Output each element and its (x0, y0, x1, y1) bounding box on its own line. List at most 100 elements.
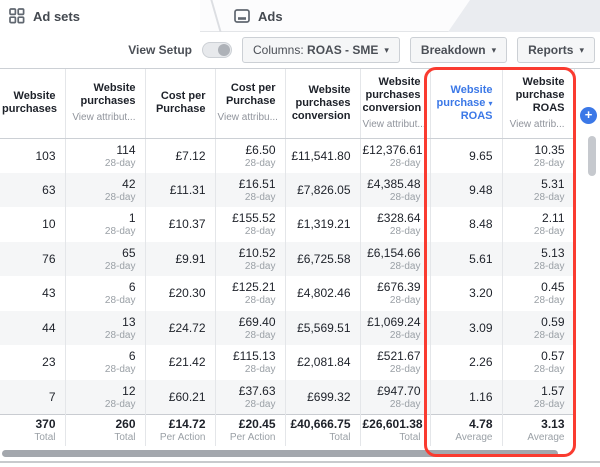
table-cell: 10 (0, 207, 66, 242)
table-cell: 44 (0, 310, 66, 345)
view-attribution-link[interactable]: View attribut... (363, 118, 426, 131)
summary-row: 370 Total 260 Total £14.72 Per Action £20.45 Pe… (0, 413, 575, 446)
view-setup-toggle[interactable] (202, 42, 232, 58)
table-cell: 0.57 28-day (502, 345, 575, 380)
attribution-window-label: 28-day (533, 157, 565, 169)
attribution-window-label: 28-day (244, 226, 276, 238)
table-cell: £699.32 (285, 379, 361, 414)
cell-value: 43 (42, 286, 56, 301)
tab-ads[interactable]: Ads (226, 0, 406, 32)
breakdown-dropdown[interactable]: Breakdown ▾ (409, 37, 508, 63)
column-header-6[interactable]: Website purchases conversion View attribu… (360, 69, 431, 139)
view-attribution-link[interactable]: View attribut... (68, 111, 135, 124)
view-attribution-link[interactable]: View attrib... (505, 118, 565, 131)
table-cell: £125.21 28-day (215, 276, 286, 311)
attribution-window-label: 28-day (389, 157, 421, 169)
cell-value: 9.48 (469, 182, 493, 197)
summary-label: Total (399, 432, 421, 444)
attribution-window-label: 28-day (244, 295, 276, 307)
cell-value: 10 (42, 217, 56, 232)
table-row: 76 65 28-day £9.91 £10.52 28-day £6,725.58 £6,1… (0, 241, 575, 276)
cell-value: £60.21 (168, 389, 206, 404)
horizontal-scrollbar[interactable] (2, 450, 558, 457)
table-cell: 13 28-day (65, 310, 146, 345)
ad-box-icon (234, 8, 250, 24)
table-cell: £7.12 (145, 138, 216, 173)
attribution-window-label: 28-day (533, 364, 565, 376)
table-cell: 1.16 (430, 379, 503, 414)
column-header-7[interactable]: Website purchase ▾ ROAS (430, 69, 503, 139)
view-setup-label: View Setup (128, 43, 192, 57)
tab-ad-sets[interactable]: Ad sets (0, 0, 200, 32)
cell-value: 23 (42, 355, 56, 370)
summary-value: £20.45 (238, 417, 276, 432)
table-cell: £1,069.24 28-day (360, 310, 431, 345)
cell-value: 1.57 (541, 383, 565, 398)
table-cell: £20.30 (145, 276, 216, 311)
cell-value: £125.21 (232, 280, 276, 295)
cell-value: £69.40 (238, 314, 276, 329)
attribution-window-label: 28-day (104, 191, 136, 203)
attribution-window-label: 28-day (389, 226, 421, 238)
attribution-window-label: 28-day (389, 295, 421, 307)
cell-value: £11,541.80 (291, 148, 351, 163)
table-cell: £16.51 28-day (215, 172, 286, 207)
reports-dropdown[interactable]: Reports ▾ (517, 37, 595, 63)
toggle-knob (218, 44, 230, 56)
table-header: Website purchases Website purchases View a… (0, 69, 575, 139)
add-column-button[interactable]: + (580, 107, 597, 124)
columns-dropdown[interactable]: Columns: ROAS - SME ▾ (242, 37, 400, 63)
cell-value: £676.39 (377, 280, 421, 295)
summary-label: Per Action (229, 432, 276, 444)
table-cell: £4,385.48 28-day (360, 172, 431, 207)
column-header-3[interactable]: Cost per Purchase (145, 69, 216, 139)
table-cell: 5.31 28-day (502, 172, 575, 207)
table-cell: 2.11 28-day (502, 207, 575, 242)
vertical-scrollbar[interactable] (588, 136, 596, 176)
attribution-window-label: 28-day (244, 157, 276, 169)
column-title: Website purchases conversion (291, 83, 351, 122)
tab-divider (210, 0, 222, 32)
attribution-window-label: 28-day (389, 191, 421, 203)
table-row: 103 114 28-day £7.12 £6.50 28-day £11,541.80 £1… (0, 138, 575, 173)
cell-value: £521.67 (377, 349, 421, 364)
table-cell: £7,826.05 (285, 172, 361, 207)
table-cell: £155.52 28-day (215, 207, 286, 242)
cell-value: £10.37 (168, 217, 206, 232)
cell-value: £4,802.46 (297, 286, 351, 301)
column-header-8[interactable]: Website purchase ROAS View attrib... (502, 69, 575, 139)
column-header-4[interactable]: Cost per Purchase View attribu... (215, 69, 286, 139)
cell-value: 65 (122, 245, 136, 260)
cell-value: 42 (122, 176, 136, 191)
column-header-1[interactable]: Website purchases (0, 69, 66, 139)
table-row: 10 1 28-day £10.37 £155.52 28-day £1,319.21 £32… (0, 207, 575, 242)
cell-value: 0.45 (541, 280, 565, 295)
tab-bar: Ad sets Ads (0, 0, 600, 32)
view-attribution-link[interactable]: View attribu... (218, 111, 278, 124)
table-cell: £6,725.58 (285, 241, 361, 276)
attribution-window-label: 28-day (533, 295, 565, 307)
cell-value: 10.35 (534, 142, 565, 157)
cell-value: 0.59 (541, 314, 565, 329)
ads-manager-window: Ad sets Ads View Setup Columns: ROAS - S… (0, 0, 600, 467)
table-cell: £6,154.66 28-day (360, 241, 431, 276)
column-title: Website purchases (2, 90, 58, 116)
cell-value: £16.51 (238, 176, 276, 191)
cell-value: £21.42 (168, 355, 206, 370)
table-cell: 8.48 (430, 207, 503, 242)
cell-value: 6 (128, 349, 136, 364)
table-cell: 12 28-day (65, 379, 146, 414)
table-cell: 10.35 28-day (502, 138, 575, 173)
grid-icon (9, 8, 25, 24)
table-cell: £24.72 (145, 310, 216, 345)
summary-cell: £26,601.38 Total (360, 413, 431, 446)
cell-value: £1,319.21 (297, 217, 351, 232)
column-header-5[interactable]: Website purchases conversion (285, 69, 361, 139)
table-cell: £9.91 (145, 241, 216, 276)
tab-ad-sets-label: Ad sets (33, 8, 80, 24)
table-cell: £521.67 28-day (360, 345, 431, 380)
cell-value: 1.16 (469, 389, 493, 404)
toolbar: View Setup Columns: ROAS - SME ▾ Breakdo… (0, 32, 600, 68)
column-header-2[interactable]: Website purchases View attribut... (65, 69, 146, 139)
table-summary-row: 370 Total 260 Total £14.72 Per Action £20.45 Pe… (0, 413, 575, 446)
